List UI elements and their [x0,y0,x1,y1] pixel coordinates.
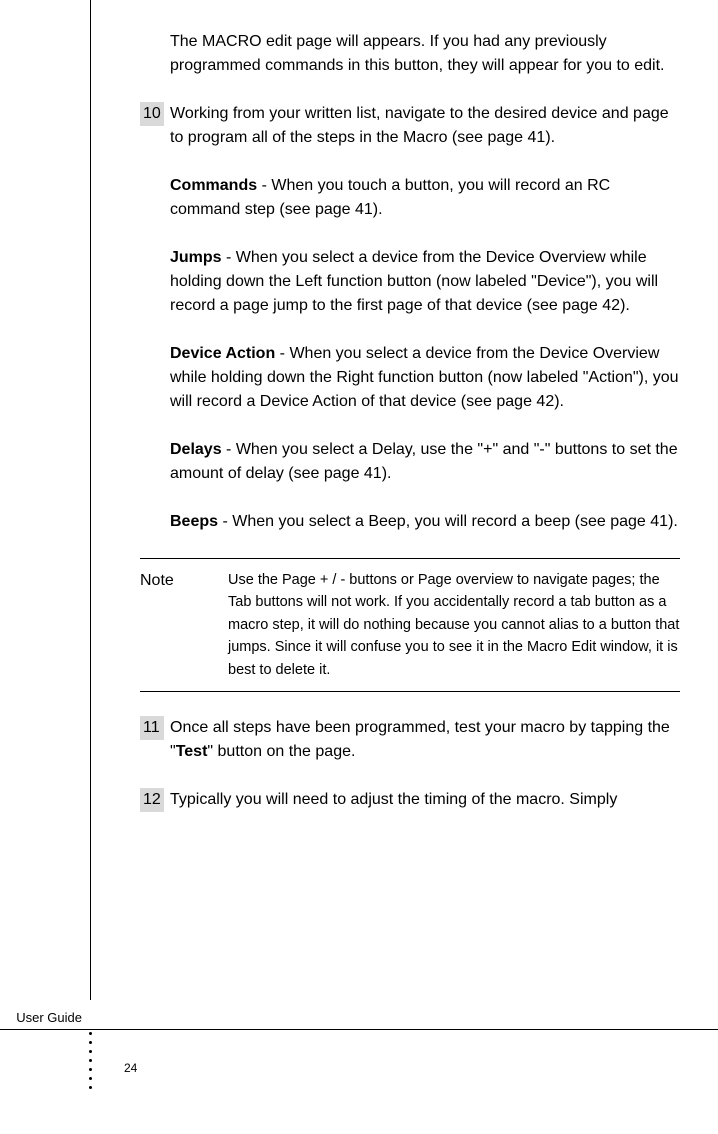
note-label: Note [140,569,228,681]
step-12: 12 Typically you will need to adjust the… [140,788,680,812]
margin-vertical-line [90,0,91,1000]
dot-icon [89,1077,92,1080]
commands-paragraph: Commands - When you touch a button, you … [170,174,680,222]
dot-icon [89,1086,92,1089]
dot-icon [89,1032,92,1035]
note-text: Use the Page + / - buttons or Page overv… [228,569,680,681]
beeps-label: Beeps [170,513,218,530]
device-action-paragraph: Device Action - When you select a device… [170,342,680,414]
page-number: 24 [124,1061,137,1075]
page-content: The MACRO edit page will appears. If you… [140,30,680,836]
step-11-after: " button on the page. [207,743,355,760]
dot-icon [89,1050,92,1053]
dot-icon [89,1059,92,1062]
step-number: 11 [140,716,164,740]
device-action-label: Device Action [170,345,275,362]
delays-label: Delays [170,441,222,458]
commands-label: Commands [170,177,257,194]
delays-text: - When you select a Delay, use the "+" a… [170,441,678,482]
step-number: 12 [140,788,164,812]
step-10: 10 Working from your written list, navig… [140,102,680,150]
dot-icon [89,1068,92,1071]
step-text: Working from your written list, navigate… [170,102,680,150]
step-11-bold: Test [176,743,208,760]
jumps-text: - When you select a device from the Devi… [170,249,658,314]
footer-dots [89,1032,92,1089]
beeps-text: - When you select a Beep, you will recor… [218,513,678,530]
delays-paragraph: Delays - When you select a Delay, use th… [170,438,680,486]
step-text: Once all steps have been programmed, tes… [170,716,680,764]
dot-icon [89,1041,92,1044]
beeps-paragraph: Beeps - When you select a Beep, you will… [170,510,680,534]
intro-paragraph: The MACRO edit page will appears. If you… [170,30,680,78]
step-text: Typically you will need to adjust the ti… [170,788,680,812]
footer-horizontal-line [0,1029,718,1030]
step-number: 10 [140,102,164,126]
jumps-label: Jumps [170,249,222,266]
jumps-paragraph: Jumps - When you select a device from th… [170,246,680,318]
user-guide-label: User Guide [0,1010,88,1025]
note-block: Note Use the Page + / - buttons or Page … [140,558,680,692]
step-11: 11 Once all steps have been programmed, … [140,716,680,764]
